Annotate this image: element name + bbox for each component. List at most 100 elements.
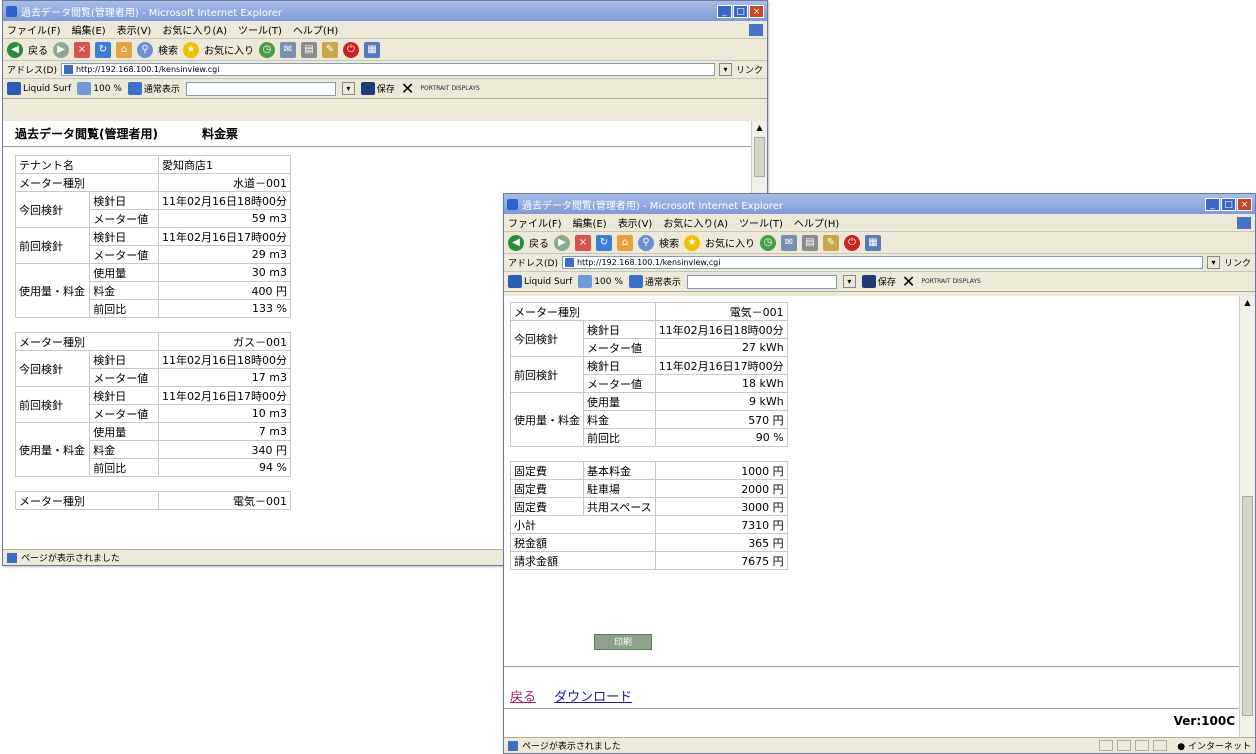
address-dropdown-button[interactable]: ▾ (718, 63, 732, 76)
table-row: メーター種別 電気－001 (15, 491, 291, 510)
minimize-button[interactable]: _ (1205, 197, 1220, 211)
back-arrow-icon[interactable]: ◀ (508, 234, 524, 251)
zoom-button[interactable]: 100 % (578, 275, 623, 288)
current-reading-label: 今回検針 (510, 320, 584, 357)
messenger-icon[interactable]: ▦ (364, 41, 380, 58)
favorites-star-icon[interactable]: ★ (684, 234, 700, 251)
status-bar: ページが表示されました ● インターネット (504, 737, 1255, 753)
history-icon[interactable]: ◷ (259, 41, 275, 58)
scroll-up-icon[interactable]: ▲ (1240, 296, 1255, 310)
home-icon[interactable]: ⌂ (617, 234, 633, 251)
mail-icon[interactable]: ✉ (280, 41, 296, 58)
liquid-surf-input[interactable] (185, 81, 336, 96)
scroll-thumb[interactable] (1242, 496, 1253, 716)
liquid-surf-dropdown[interactable]: ▾ (842, 275, 856, 288)
back-link[interactable]: 戻る (510, 690, 536, 705)
download-link[interactable]: ダウンロード (554, 690, 632, 705)
menu-favorites[interactable]: お気に入り(A) (162, 22, 227, 37)
favorites-button[interactable]: お気に入り (705, 235, 755, 250)
menu-help[interactable]: ヘルプ(H) (794, 215, 839, 230)
fixed-cost-label: 固定費 (510, 461, 584, 480)
messenger-icon[interactable]: ▦ (865, 234, 881, 251)
stop-icon[interactable]: × (74, 41, 90, 58)
print-button[interactable]: 印刷 (594, 634, 652, 650)
search-button[interactable]: 検索 (659, 235, 679, 250)
scroll-thumb[interactable] (754, 137, 765, 177)
menu-favorites[interactable]: お気に入り(A) (663, 215, 728, 230)
address-url: http://192.168.100.1/kensinview.cgi (576, 258, 721, 267)
fixed-cost-value: 3000 円 (654, 497, 788, 516)
liquid-surf-button[interactable]: Liquid Surf (508, 275, 572, 288)
status-segment (1099, 740, 1114, 751)
menu-view[interactable]: 表示(V) (117, 22, 152, 37)
links-label[interactable]: リンク (736, 63, 763, 76)
power-icon[interactable]: ⏻ (844, 234, 860, 251)
menu-file[interactable]: ファイル(F) (508, 215, 562, 230)
close-button[interactable]: × (749, 4, 764, 18)
page-title: 過去データ閲覧(管理者用) (15, 127, 158, 141)
vertical-scrollbar[interactable]: ▲ (1239, 296, 1255, 737)
table-row: メーター種別 ガス－001 (15, 332, 291, 351)
close-x-icon[interactable]: ✕ (401, 80, 414, 96)
view-mode-button[interactable]: 通常表示 (127, 82, 180, 95)
minimize-button[interactable]: _ (717, 4, 732, 18)
back-arrow-icon[interactable]: ◀ (7, 41, 23, 58)
table-row: メーター種別 水道－001 (15, 173, 291, 192)
forward-arrow-icon[interactable]: ▶ (53, 41, 69, 58)
close-x-icon[interactable]: ✕ (902, 273, 915, 289)
liquid-surf-button[interactable]: Liquid Surf (7, 82, 71, 95)
address-input[interactable]: http://192.168.100.1/kensinview.cgi (561, 256, 1203, 269)
cell-value: 59 m3 (158, 209, 291, 228)
menu-edit[interactable]: 編集(E) (72, 22, 106, 37)
table-row: 固定費 共用スペース 3000 円 (510, 497, 788, 516)
meter-type-value: 電気－001 (654, 302, 788, 321)
favorites-star-icon[interactable]: ★ (183, 41, 199, 58)
liquid-surf-label: Liquid Surf (524, 276, 573, 287)
print-icon[interactable]: ▤ (802, 234, 818, 251)
address-input[interactable]: http://192.168.100.1/kensinview.cgi (60, 63, 715, 76)
cell-value: 29 m3 (158, 245, 291, 264)
title-bar: 過去データ閲覧(管理者用) - Microsoft Internet Explo… (3, 1, 767, 21)
menu-help[interactable]: ヘルプ(H) (293, 22, 338, 37)
scroll-up-icon[interactable]: ▲ (752, 121, 767, 135)
edit-icon[interactable]: ✎ (322, 41, 338, 58)
menu-file[interactable]: ファイル(F) (7, 22, 61, 37)
version-label: Ver:100C (1173, 714, 1235, 728)
usage-charge-label: 使用量・料金 (14, 422, 91, 477)
menu-edit[interactable]: 編集(E) (573, 215, 607, 230)
menu-tools[interactable]: ツール(T) (238, 22, 282, 37)
liquid-surf-input[interactable] (686, 274, 837, 289)
power-icon[interactable]: ⏻ (343, 41, 359, 58)
menu-tools[interactable]: ツール(T) (739, 215, 783, 230)
zoom-button[interactable]: 100 % (77, 82, 122, 95)
favorites-button[interactable]: お気に入り (204, 42, 254, 57)
close-button[interactable]: × (1237, 197, 1252, 211)
back-button[interactable]: 戻る (529, 235, 549, 250)
save-button[interactable]: 保存 (861, 275, 896, 288)
search-icon[interactable]: ⚲ (137, 41, 153, 58)
home-icon[interactable]: ⌂ (116, 41, 132, 58)
meter-value-label: メーター値 (583, 374, 656, 393)
maximize-button[interactable]: □ (1221, 197, 1236, 211)
stop-icon[interactable]: × (575, 234, 591, 251)
edit-icon[interactable]: ✎ (823, 234, 839, 251)
cell-value: 9 kWh (654, 392, 788, 411)
mail-icon[interactable]: ✉ (781, 234, 797, 251)
refresh-icon[interactable]: ↻ (596, 234, 612, 251)
search-icon[interactable]: ⚲ (638, 234, 654, 251)
save-button[interactable]: 保存 (360, 82, 395, 95)
date-label: 検針日 (89, 350, 159, 369)
address-dropdown-button[interactable]: ▾ (1206, 256, 1220, 269)
back-button[interactable]: 戻る (28, 42, 48, 57)
forward-arrow-icon[interactable]: ▶ (554, 234, 570, 251)
fixed-cost-name: 共用スペース (583, 497, 656, 516)
menu-view[interactable]: 表示(V) (618, 215, 653, 230)
links-label[interactable]: リンク (1224, 256, 1251, 269)
history-icon[interactable]: ◷ (760, 234, 776, 251)
maximize-button[interactable]: □ (733, 4, 748, 18)
view-mode-button[interactable]: 通常表示 (628, 275, 681, 288)
liquid-surf-dropdown[interactable]: ▾ (341, 82, 355, 95)
refresh-icon[interactable]: ↻ (95, 41, 111, 58)
print-icon[interactable]: ▤ (301, 41, 317, 58)
search-button[interactable]: 検索 (158, 42, 178, 57)
